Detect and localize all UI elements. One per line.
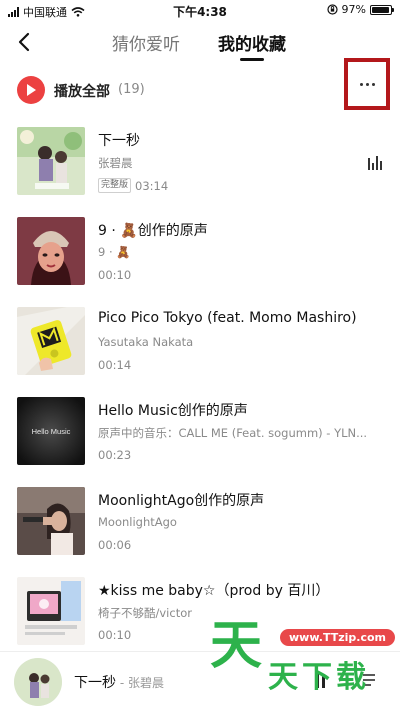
battery-percent: 97% (341, 3, 366, 16)
tab-guess-you-like[interactable]: 猜你爱听 (112, 30, 180, 55)
watermark-logo: 天 (210, 616, 262, 676)
status-bar: 中国联通 下午4:38 97% (0, 0, 400, 22)
song-row[interactable]: 下一秒 张碧晨 完整版 03:14 (0, 118, 400, 208)
mini-player-title: 下一秒 (74, 675, 116, 691)
full-version-badge: 完整版 (98, 178, 132, 193)
album-cover (17, 307, 85, 375)
song-meta: 00:23 (98, 448, 131, 462)
song-meta: 00:10 (98, 268, 131, 282)
song-row[interactable]: 9 · 🧸创作的原声 9 · 🧸 00:10 (0, 208, 400, 298)
album-cover (17, 577, 85, 645)
mini-player-artist: 张碧晨 (127, 676, 164, 690)
song-title: ★kiss me baby☆（prod by 百川） (98, 583, 330, 599)
active-tab-indicator (240, 58, 264, 61)
chevron-left-icon (18, 32, 30, 52)
album-cover (17, 487, 85, 555)
album-cover: Hello Music (17, 397, 85, 465)
now-playing-icon (368, 156, 382, 170)
song-title: MoonlightAgo创作的原声 (98, 493, 265, 509)
song-title: 9 · 🧸创作的原声 (98, 223, 208, 239)
song-list: 下一秒 张碧晨 完整版 03:14 9 · 🧸创作的原声 9 · 🧸 00:10 (0, 118, 400, 658)
more-dots-icon (359, 82, 375, 86)
song-artist: 原声中的音乐：CALL ME (Feat. sogumm) - YLN... (98, 426, 368, 440)
song-duration: 00:10 (98, 628, 132, 642)
cover-text: Hello Music (32, 427, 71, 436)
song-artist: MoonlightAgo (98, 515, 177, 529)
play-all-button[interactable] (17, 76, 45, 104)
song-title: Pico Pico Tokyo (feat. Momo Mashiro) (98, 310, 357, 326)
song-meta: 00:06 (98, 538, 131, 552)
song-artist: Yasutaka Nakata (98, 335, 194, 349)
song-row[interactable]: Hello Music Hello Music创作的原声 原声中的音乐：CALL… (0, 388, 400, 478)
song-row[interactable]: MoonlightAgo创作的原声 MoonlightAgo 00:06 (0, 478, 400, 568)
song-duration: 00:14 (98, 358, 132, 372)
song-artist: 张碧晨 (98, 156, 133, 170)
song-duration: 00:23 (98, 448, 132, 462)
song-meta: 完整版 03:14 (98, 178, 168, 193)
watermark-logo-text: 天下载 (268, 660, 370, 695)
song-artist: 9 · 🧸 (98, 245, 131, 259)
status-right: 97% (326, 3, 394, 16)
song-duration: 00:06 (98, 538, 132, 552)
play-all-row[interactable]: 播放全部 (19) (0, 70, 400, 110)
song-duration: 03:14 (135, 178, 169, 193)
song-duration: 00:10 (98, 268, 132, 282)
album-cover (17, 217, 85, 285)
watermark-url: www.TTzip.com (280, 629, 395, 646)
mini-player-track: 下一秒 - 张碧晨 (74, 672, 164, 692)
song-title: 下一秒 (98, 133, 140, 149)
album-cover (17, 127, 85, 195)
song-meta: 00:14 (98, 358, 131, 372)
song-count: (19) (118, 82, 145, 97)
more-options-button[interactable] (344, 58, 390, 110)
tab-my-favorites[interactable]: 我的收藏 (218, 30, 286, 55)
play-icon (27, 84, 36, 96)
play-all-label: 播放全部 (54, 84, 110, 100)
back-button[interactable] (10, 28, 38, 56)
battery-icon (370, 4, 394, 15)
song-row[interactable]: Pico Pico Tokyo (feat. Momo Mashiro) Yas… (0, 298, 400, 388)
mini-player-separator: - (116, 676, 128, 690)
orientation-lock-icon (326, 4, 338, 15)
song-meta: 00:10 (98, 628, 131, 642)
song-artist: 椅子不够酷/victor (98, 606, 192, 620)
top-nav: 猜你爱听 我的收藏 (0, 22, 400, 62)
mini-player-cover[interactable] (14, 658, 62, 706)
song-title: Hello Music创作的原声 (98, 403, 248, 419)
